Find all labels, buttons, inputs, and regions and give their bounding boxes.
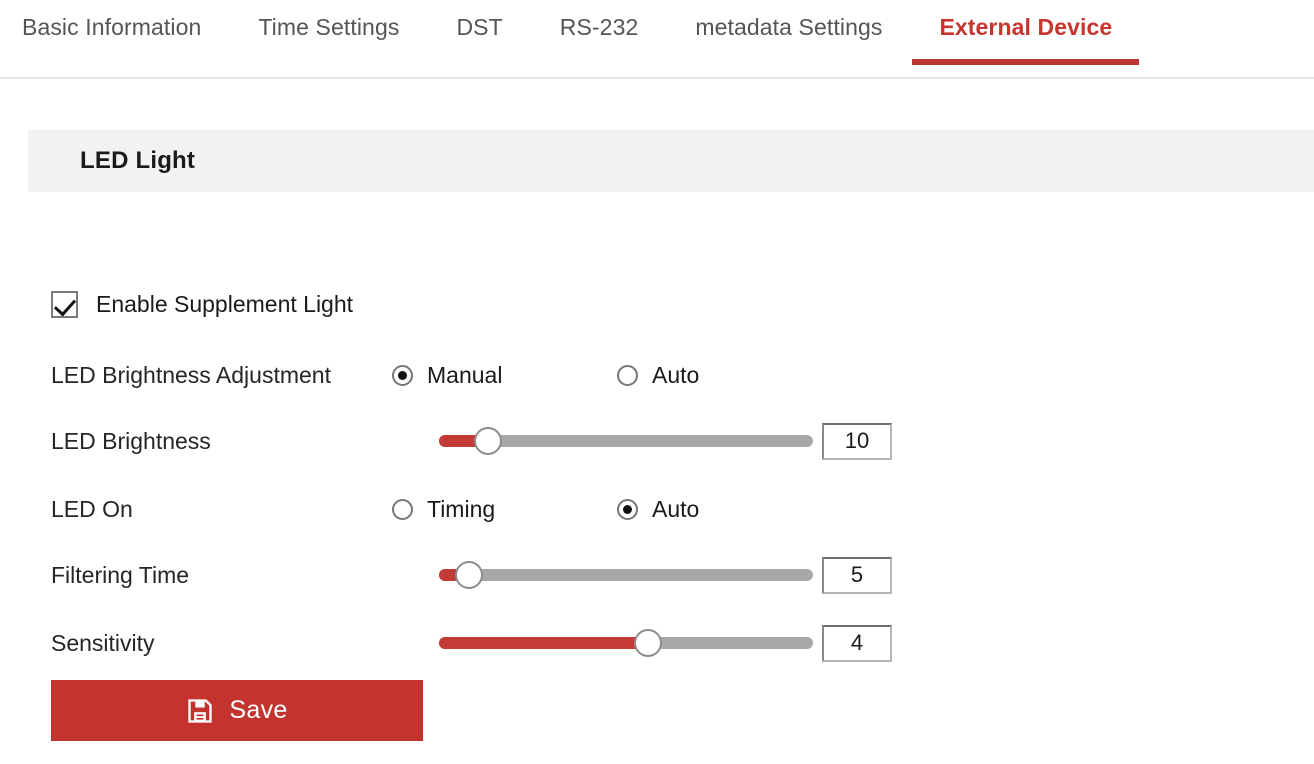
save-button[interactable]: Save: [51, 680, 423, 741]
led-on-label: LED On: [51, 495, 133, 522]
floppy-disk-save-icon: [186, 697, 214, 725]
save-button-label: Save: [229, 696, 288, 724]
led-brightness-adjustment-label: LED Brightness Adjustment: [51, 361, 331, 388]
tab-label: Basic Information: [22, 14, 202, 40]
slider-track: [439, 569, 813, 581]
filtering-time-label: Filtering Time: [51, 561, 190, 588]
radio-label: Auto: [652, 495, 700, 522]
filtering-time-value-input[interactable]: 5: [822, 556, 892, 594]
value-text: 5: [850, 562, 864, 587]
filtering-time-slider[interactable]: [439, 561, 813, 589]
radio-led-on-auto[interactable]: Auto: [617, 496, 699, 523]
sensitivity-slider[interactable]: [439, 629, 813, 657]
filtering-time-row: Filtering Time 5: [51, 556, 1314, 594]
radio-brightness-auto[interactable]: Auto: [617, 362, 699, 389]
sensitivity-label: Sensitivity: [51, 629, 155, 656]
tab-basic-information[interactable]: Basic Information: [22, 0, 229, 77]
radio-led-on-timing[interactable]: Timing: [392, 496, 495, 523]
slider-thumb[interactable]: [634, 629, 663, 657]
tab-label: Time Settings: [258, 14, 400, 40]
led-brightness-label: LED Brightness: [51, 427, 211, 454]
tab-active-underline: [912, 59, 1140, 65]
settings-content: LED Light Enable Supplement Light LED Br…: [0, 79, 1314, 764]
radio-button[interactable]: [392, 498, 413, 520]
tab-label: RS-232: [559, 14, 639, 40]
tab-label: External Device: [939, 14, 1113, 40]
radio-button[interactable]: [617, 498, 638, 520]
tab-label: DST: [456, 14, 503, 40]
sensitivity-value-input[interactable]: 4: [822, 624, 892, 662]
led-light-section-header: LED Light: [28, 130, 1314, 192]
led-on-row: LED On Timing Auto: [51, 492, 1314, 526]
enable-supplement-light-row[interactable]: Enable Supplement Light: [51, 291, 353, 318]
tab-rs-232[interactable]: RS-232: [560, 0, 667, 77]
section-title: LED Light: [80, 147, 196, 174]
sensitivity-row: Sensitivity 4: [51, 624, 1314, 662]
slider-thumb[interactable]: [473, 427, 502, 455]
value-text: 10: [844, 428, 870, 453]
tab-external-device[interactable]: External Device: [912, 0, 1140, 77]
value-text: 4: [850, 630, 864, 655]
tab-metadata-settings[interactable]: metadata Settings: [695, 0, 910, 77]
tab-time-settings[interactable]: Time Settings: [258, 0, 427, 77]
tab-list: Basic Information Time Settings DST RS-2…: [0, 0, 1314, 79]
slider-thumb[interactable]: [454, 561, 483, 589]
tab-label: metadata Settings: [695, 14, 883, 40]
tab-dst[interactable]: DST: [456, 0, 530, 77]
radio-label: Timing: [427, 495, 496, 522]
enable-supplement-light-checkbox[interactable]: [51, 291, 78, 318]
radio-brightness-manual[interactable]: Manual: [392, 362, 502, 389]
enable-supplement-light-label: Enable Supplement Light: [96, 291, 354, 317]
led-brightness-slider[interactable]: [439, 427, 813, 455]
radio-button[interactable]: [392, 364, 413, 386]
led-brightness-row: LED Brightness 10: [51, 422, 1314, 460]
slider-fill: [439, 637, 649, 649]
tab-bar: Basic Information Time Settings DST RS-2…: [0, 0, 1314, 79]
led-brightness-adjustment-row: LED Brightness Adjustment Manual Auto: [51, 358, 1314, 392]
radio-label: Manual: [427, 361, 503, 388]
radio-button[interactable]: [617, 364, 638, 386]
led-brightness-value-input[interactable]: 10: [822, 422, 892, 460]
radio-label: Auto: [652, 361, 700, 388]
